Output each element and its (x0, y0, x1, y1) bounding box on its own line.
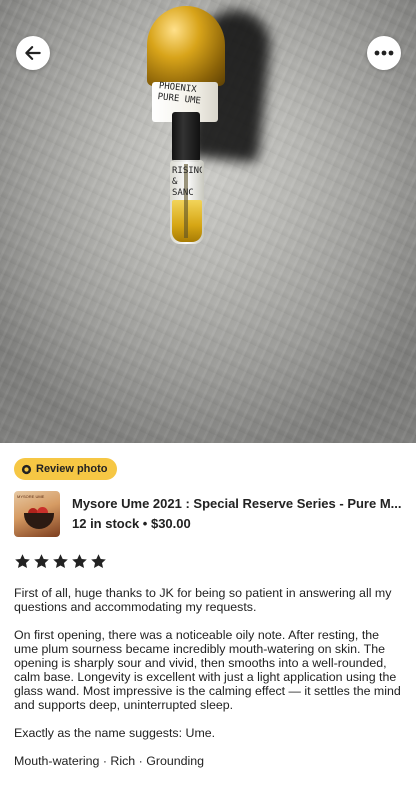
listing-summary[interactable]: MYSORE UME Mysore Ume 2021 : Special Res… (14, 491, 404, 539)
review-body: First of all, huge thanks to JK for bein… (14, 586, 404, 782)
review-photo-badge-label: Review photo (36, 463, 108, 475)
more-options-button[interactable] (367, 36, 401, 70)
vial-label-line: RISING (172, 166, 202, 176)
star-icon (34, 554, 49, 569)
thumbnail-caption: MYSORE UME (17, 494, 45, 499)
listing-thumbnail[interactable]: MYSORE UME (14, 491, 60, 537)
thumbnail-bowl (24, 513, 54, 529)
listing-title[interactable]: Mysore Ume 2021 : Special Reserve Series… (72, 496, 404, 511)
vial-label: RISING & SANC (172, 166, 202, 200)
star-icon (91, 554, 106, 569)
vial-label-line: & SANC (172, 177, 194, 198)
back-button[interactable] (16, 36, 50, 70)
star-icon (53, 554, 68, 569)
review-photo[interactable]: PHOENIX PURE UME RISING & SANC (0, 0, 416, 443)
review-paragraph: First of all, huge thanks to JK for bein… (14, 586, 392, 614)
star-rating (14, 553, 107, 570)
review-tags: Mouth-watering · Rich · Grounding (14, 754, 205, 768)
vial-cap (172, 112, 200, 162)
listing-stock-price: 12 in stock • $30.00 (72, 516, 191, 531)
review-details: Review photo MYSORE UME Mysore Ume 2021 … (0, 443, 416, 794)
review-photo-badge: Review photo (14, 458, 117, 480)
more-horizontal-icon (374, 50, 394, 56)
chat-bubble-icon (21, 464, 32, 474)
star-icon (15, 554, 30, 569)
star-icon (72, 554, 87, 569)
bottle-cap (147, 6, 225, 86)
arrow-left-icon (25, 46, 41, 60)
review-paragraph: On first opening, there was a noticeable… (14, 628, 401, 712)
review-paragraph: Exactly as the name suggests: Ume. (14, 726, 216, 740)
